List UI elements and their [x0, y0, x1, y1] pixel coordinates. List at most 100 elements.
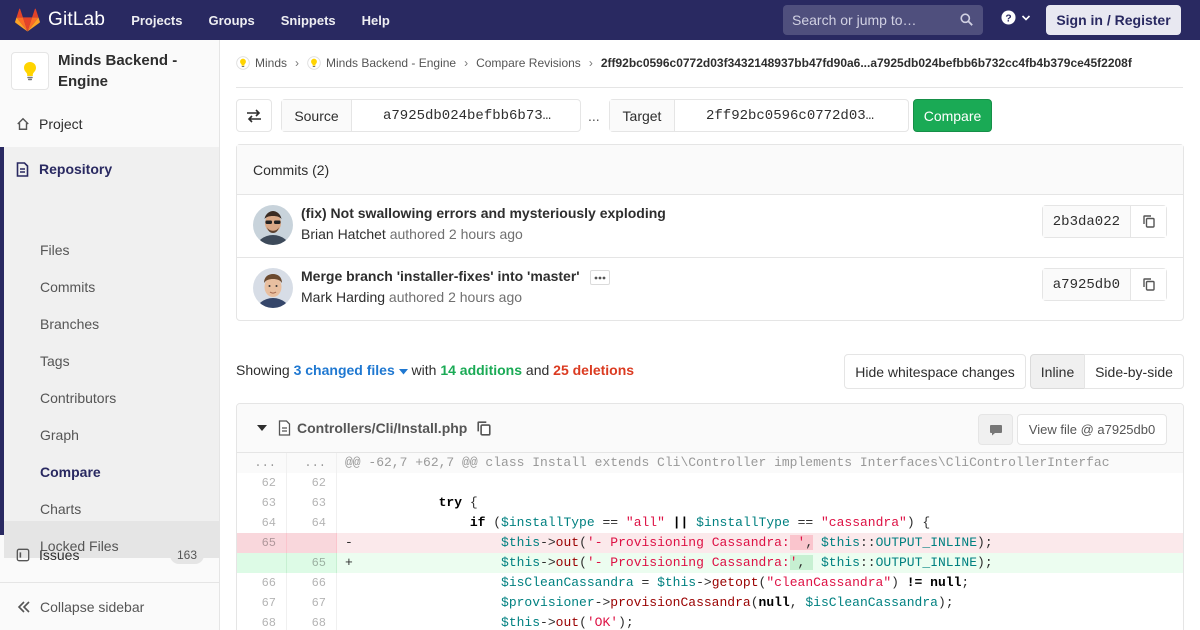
- hunk-header-text: @@ -62,7 +62,7 @@ class Install extends …: [337, 453, 1183, 473]
- authored-text: authored: [389, 226, 445, 242]
- nav-help[interactable]: Help: [362, 13, 390, 28]
- source-revision-value[interactable]: a7925db024befbb6b73…: [352, 100, 551, 131]
- collapse-sidebar-button[interactable]: Collapse sidebar: [0, 582, 219, 630]
- view-file-button[interactable]: View file @ a7925db0: [1017, 414, 1167, 445]
- target-revision-field[interactable]: Target 2ff92bc0596c0772d03…: [609, 99, 909, 132]
- chevron-down-icon[interactable]: [257, 425, 267, 432]
- group-avatar-icon: [236, 56, 250, 70]
- sidebar-item-charts[interactable]: Charts: [40, 501, 81, 517]
- gitlab-logo[interactable]: GitLab: [15, 0, 105, 40]
- swap-revisions-button[interactable]: [236, 99, 272, 132]
- caret-down-icon: [398, 369, 408, 375]
- avatar[interactable]: [253, 205, 293, 245]
- line-number-old[interactable]: 62: [237, 473, 287, 493]
- search-placeholder: Search or jump to…: [792, 12, 917, 28]
- line-number-new[interactable]: 68: [287, 613, 337, 630]
- copy-sha-button[interactable]: [1131, 269, 1166, 300]
- line-number-old[interactable]: [237, 553, 287, 573]
- code-line: $isCleanCassandra = $this->getopt("clean…: [501, 575, 970, 590]
- commit-sha-group: 2b3da022: [1041, 205, 1167, 238]
- chevron-right-icon: ›: [464, 56, 469, 70]
- svg-text:?: ?: [1005, 13, 1011, 24]
- sidebar-item-tags[interactable]: Tags: [40, 353, 70, 369]
- commit-author[interactable]: Brian Hatchet: [301, 226, 386, 242]
- source-revision-field[interactable]: Source a7925db024befbb6b73…: [281, 99, 581, 132]
- diff-hunk-header: ... ... @@ -62,7 +62,7 @@ class Install …: [237, 453, 1183, 473]
- sidebar-item-files[interactable]: Files: [40, 242, 70, 258]
- sidebar-item-branches[interactable]: Branches: [40, 316, 99, 332]
- breadcrumb-compare[interactable]: Compare Revisions: [476, 56, 581, 70]
- line-number-old[interactable]: ...: [237, 453, 287, 473]
- commit-row: (fix) Not swallowing errors and mysterio…: [237, 195, 1183, 258]
- commit-title[interactable]: (fix) Not swallowing errors and mysterio…: [301, 205, 666, 221]
- ellipsis-icon: [594, 276, 606, 279]
- sidebar-item-label: Project: [39, 115, 83, 132]
- commit-author[interactable]: Mark Harding: [301, 289, 385, 305]
- line-number-old[interactable]: 66: [237, 573, 287, 593]
- line-number-new[interactable]: 64: [287, 513, 337, 533]
- sidebar-item-contributors[interactable]: Contributors: [40, 390, 116, 406]
- line-number-old[interactable]: 65: [237, 533, 287, 553]
- breadcrumb-project[interactable]: Minds Backend - Engine: [326, 56, 456, 70]
- hide-whitespace-button[interactable]: Hide whitespace changes: [844, 354, 1026, 389]
- line-number-old[interactable]: 67: [237, 593, 287, 613]
- line-number-new[interactable]: 62: [287, 473, 337, 493]
- line-number-new[interactable]: 67: [287, 593, 337, 613]
- search-input[interactable]: Search or jump to…: [783, 5, 983, 35]
- diff-stats: Showing 3 changed files with 14 addition…: [236, 362, 634, 378]
- breadcrumb-current[interactable]: 2ff92bc0596c0772d03f3432148937bb47fd90a6…: [601, 56, 1132, 70]
- diff-content: ... ... @@ -62,7 +62,7 @@ class Install …: [237, 453, 1183, 630]
- sidebar-item-compare[interactable]: Compare: [40, 464, 101, 480]
- code-line: $provisioner->provisionCassandra(null, $…: [501, 595, 954, 610]
- sidebar-item-issues[interactable]: Issues 163: [0, 536, 219, 573]
- commit-sha[interactable]: a7925db0: [1042, 269, 1131, 300]
- additions-count: 14 additions: [440, 362, 523, 378]
- sidebar-item-repository[interactable]: Repository: [0, 150, 219, 187]
- line-number-old[interactable]: 64: [237, 513, 287, 533]
- avatar[interactable]: [253, 268, 293, 308]
- diff-line: 63 63 try {: [237, 493, 1183, 513]
- copy-icon[interactable]: [477, 421, 491, 436]
- help-dropdown[interactable]: ?: [1001, 10, 1031, 25]
- line-number-old[interactable]: 63: [237, 493, 287, 513]
- breadcrumb-minds[interactable]: Minds: [255, 56, 287, 70]
- authored-text: authored: [388, 289, 445, 305]
- inline-view-button[interactable]: Inline: [1030, 354, 1085, 389]
- line-number-old[interactable]: 68: [237, 613, 287, 630]
- project-header[interactable]: Minds Backend - Engine: [0, 40, 219, 104]
- changed-files-label: 3 changed files: [293, 362, 395, 378]
- nav-projects[interactable]: Projects: [131, 13, 182, 28]
- toggle-comments-button[interactable]: [978, 414, 1013, 445]
- expand-commit-message-button[interactable]: [590, 270, 610, 285]
- search-icon: [960, 13, 973, 26]
- top-navbar: GitLab Projects Groups Snippets Help Sea…: [0, 0, 1200, 40]
- nav-groups[interactable]: Groups: [209, 13, 255, 28]
- file-path[interactable]: Controllers/Cli/Install.php: [297, 420, 467, 436]
- sign-in-button[interactable]: Sign in / Register: [1046, 5, 1181, 35]
- line-number-new[interactable]: 66: [287, 573, 337, 593]
- commit-time: 2 hours ago: [448, 289, 523, 305]
- commits-list: Commits (2) (fix) Not swallowing errors …: [236, 144, 1184, 321]
- copy-icon: [1142, 278, 1155, 291]
- comment-icon: [989, 424, 1002, 435]
- issues-icon: [16, 548, 30, 562]
- changed-files-dropdown[interactable]: 3 changed files: [294, 362, 408, 378]
- sidebar-item-commits[interactable]: Commits: [40, 279, 95, 295]
- commit-title[interactable]: Merge branch 'installer-fixes' into 'mas…: [301, 268, 580, 284]
- sidebar-item-project[interactable]: Project: [0, 105, 219, 142]
- revision-separator: ...: [588, 108, 600, 124]
- side-by-side-view-button[interactable]: Side-by-side: [1084, 354, 1184, 389]
- line-number-new[interactable]: [287, 533, 337, 553]
- target-revision-value[interactable]: 2ff92bc0596c0772d03…: [675, 100, 874, 131]
- commit-meta: Brian Hatchet authored 2 hours ago: [301, 226, 523, 242]
- sidebar-item-graph[interactable]: Graph: [40, 427, 79, 443]
- commit-sha[interactable]: 2b3da022: [1042, 206, 1131, 237]
- line-number-new[interactable]: 65: [287, 553, 337, 573]
- repository-section: [0, 147, 219, 558]
- copy-sha-button[interactable]: [1131, 206, 1166, 237]
- nav-snippets[interactable]: Snippets: [281, 13, 336, 28]
- line-number-new[interactable]: ...: [287, 453, 337, 473]
- chevron-down-icon: [1021, 14, 1031, 21]
- compare-button[interactable]: Compare: [913, 99, 992, 132]
- line-number-new[interactable]: 63: [287, 493, 337, 513]
